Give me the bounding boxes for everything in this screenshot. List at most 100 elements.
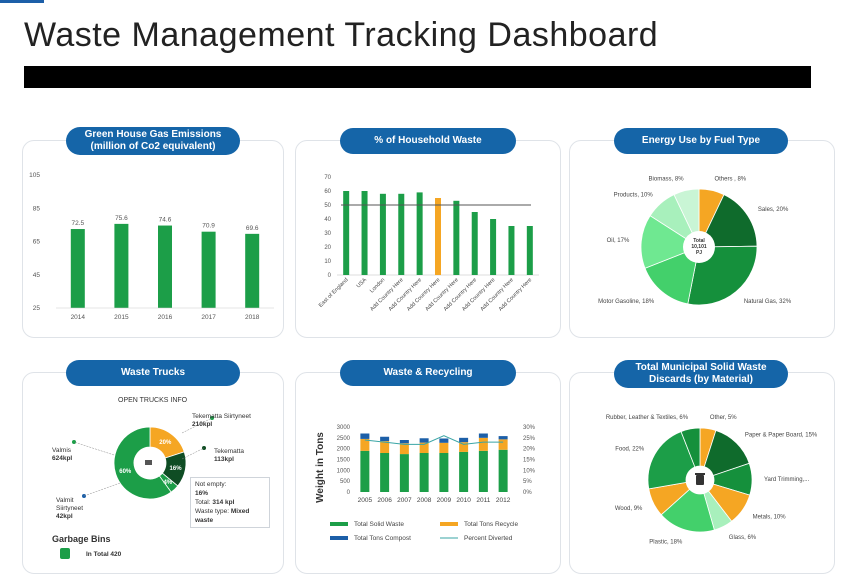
trash-can-icon: [696, 475, 704, 485]
recycling-y2tick-label: 15%: [523, 458, 536, 464]
callout-tekematta-siirtyneet-name: Tekematta Siirtyneet: [192, 413, 251, 420]
household-xtick-label: Add Country Here: [406, 277, 441, 312]
trucks-callout-line: [181, 447, 205, 460]
callout-tekematta-siirtyneet: Tekematta Siirtyneet 210kpl: [192, 413, 251, 429]
recycling-bar-segment: [478, 450, 488, 492]
recycling-bar-segment: [380, 453, 390, 492]
household-ytick-label: 60: [324, 189, 331, 195]
callout-valmis-value: 624kpl: [52, 455, 73, 462]
household-bar: [379, 193, 386, 275]
callout-valmit-siirtyneet-value: 42kpl: [56, 513, 73, 520]
callout-valmit-siirtyneet: Valmit Siirtyneet 42kpl: [56, 497, 96, 521]
household-xtick-label: East of England: [318, 277, 350, 309]
ghg-xtick-label: 2018: [245, 314, 260, 321]
municipal-slice-label: Other, 5%: [710, 415, 737, 421]
ghg-data-label: 70.9: [202, 223, 215, 230]
ghg-xtick-label: 2015: [114, 314, 129, 321]
household-bar: [490, 219, 497, 275]
callout-valmis: Valmis 624kpl: [52, 447, 72, 463]
callout-tekematta: Tekematta 113kpl: [214, 448, 244, 464]
ghg-bar: [70, 229, 85, 308]
ghg-ytick-label: 105: [29, 172, 40, 179]
municipal-title-pill: Total Municipal Solid Waste Discards (by…: [614, 360, 788, 388]
info-waste-type-label: Waste type:: [195, 508, 230, 515]
household-ytick-label: 10: [324, 259, 331, 265]
info-not-empty-label: Not empty:: [195, 481, 227, 488]
household-xtick-label: Add Country Here: [369, 277, 404, 312]
energy-slice-label: Natural Gas, 32%: [744, 299, 792, 305]
recycling-legend-swatch: [330, 522, 348, 526]
household-title-pill: % of Household Waste: [340, 128, 516, 154]
recycling-legend-label: Total Solid Waste: [354, 521, 404, 528]
recycling-bar-segment: [498, 436, 508, 440]
household-xtick-label: Add Country Here: [443, 277, 478, 312]
recycling-bar-segment: [399, 440, 409, 444]
trucks-slice-label: 20%: [159, 440, 172, 446]
recycling-ytick-label: 500: [340, 479, 351, 485]
household-bar: [435, 198, 441, 275]
redacted-subtitle: [24, 66, 811, 88]
info-not-empty-value: 16%: [195, 490, 209, 497]
household-ytick-label: 70: [324, 175, 331, 181]
energy-slice-label: Motor Gasoline, 18%: [598, 299, 655, 305]
recycling-bar-segment: [419, 438, 429, 443]
household-ytick-label: 0: [328, 273, 332, 279]
municipal-slice-label: Paper & Paper Board, 15%: [745, 432, 818, 438]
household-xtick-label: Add Country Here: [424, 277, 459, 312]
municipal-slice-label: Yard Trimming,...: [764, 477, 810, 483]
household-xtick-label: Add Country Here: [479, 277, 514, 312]
municipal-chart: Other, 5% Paper & Paper Board, 15% Yard Tr…: [606, 415, 818, 546]
trucks-title-pill: Waste Trucks: [66, 360, 240, 386]
recycling-ytick-label: 0: [347, 490, 351, 496]
recycling-bar-segment: [419, 453, 429, 492]
municipal-slice-label: Plastic, 18%: [649, 540, 683, 546]
ghg-chart: 25 45 65 85 105 72.5 2014 75.6 2015 74.6 2016 70.9 2…: [29, 172, 274, 321]
household-bar: [453, 200, 460, 275]
ghg-bar: [158, 225, 172, 308]
ghg-data-label: 74.6: [159, 217, 172, 224]
recycling-bar-segment: [439, 438, 449, 443]
recycling-bar-segment: [439, 453, 449, 492]
ghg-xtick-label: 2017: [201, 314, 216, 321]
recycling-ytick-label: 2000: [337, 447, 351, 453]
trucks-callout-line: [83, 482, 121, 497]
municipal-slice-label: Metals, 10%: [753, 514, 787, 520]
household-bar: [526, 226, 533, 275]
recycling-y2tick-label: 5%: [523, 479, 532, 485]
recycling-legend-swatch: [440, 522, 458, 526]
callout-tekematta-name: Tekematta: [214, 448, 244, 455]
household-xtick-label: Add Country Here: [498, 277, 533, 312]
recycling-ytick-label: 3000: [337, 425, 351, 431]
household-xtick-label: Add Country Here: [388, 277, 423, 312]
ghg-bar: [245, 233, 260, 308]
ghg-title-pill: Green House Gas Emissions (million of Co…: [66, 127, 240, 155]
recycling-y2tick-label: 0%: [523, 490, 532, 496]
energy-center-label: PJ: [696, 250, 702, 256]
recycling-ytick-label: 1000: [337, 468, 351, 474]
recycling-bar-segment: [498, 439, 508, 450]
recycling-legend-label: Percent Diverted: [464, 535, 513, 542]
ghg-xtick-label: 2016: [158, 314, 173, 321]
municipal-slice-label: Rubber, Leather & Textiles, 6%: [606, 415, 689, 421]
callout-tekematta-value: 113kpl: [214, 456, 234, 463]
household-bar: [343, 191, 350, 275]
callout-valmit-siirtyneet-name: Valmit Siirtyneet: [56, 497, 84, 512]
ghg-xtick-label: 2014: [71, 314, 86, 321]
garbage-bin-icon: [60, 548, 70, 559]
household-bar: [508, 226, 515, 275]
recycling-xtick-label: 2011: [476, 497, 490, 504]
household-xtick-label: Add Country Here: [461, 277, 496, 312]
energy-slice-label: Biomass, 8%: [649, 177, 685, 183]
recycling-y2tick-label: 25%: [523, 436, 536, 442]
trucks-subtitle: OPEN TRUCKS INFO: [118, 397, 188, 404]
page-title: Waste Management Tracking Dashboard: [24, 16, 659, 54]
recycling-xtick-label: 2009: [437, 497, 452, 504]
energy-slice-label: Sales, 20%: [758, 207, 789, 213]
recycling-xtick-label: 2006: [377, 497, 392, 504]
callout-valmis-name: Valmis: [52, 447, 72, 454]
household-ytick-label: 20: [324, 245, 331, 251]
household-ytick-label: 30: [324, 231, 331, 237]
recycling-xtick-label: 2012: [496, 497, 511, 504]
household-bar: [398, 193, 405, 275]
household-bar: [361, 191, 368, 275]
